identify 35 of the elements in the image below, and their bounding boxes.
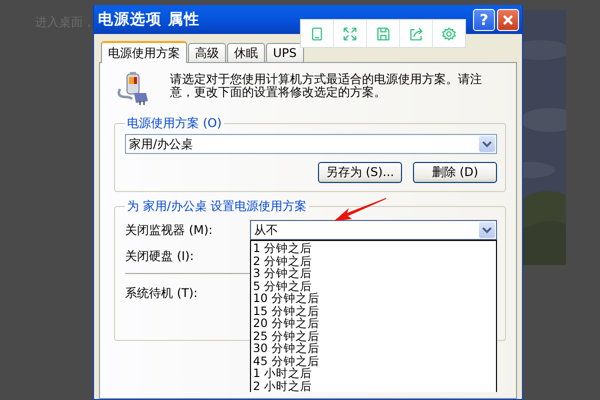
close-button[interactable] bbox=[497, 8, 519, 30]
tab[interactable]: 休眠 bbox=[227, 43, 265, 62]
setting-label: 系统待机 (T): bbox=[125, 284, 199, 302]
tab[interactable]: 高级 bbox=[188, 43, 226, 62]
dropdown-option[interactable]: 1 分钟之后 bbox=[251, 242, 496, 254]
scheme-button[interactable]: 另存为 (S)... bbox=[318, 162, 402, 183]
dropdown-option[interactable]: 45 分钟之后 bbox=[251, 354, 496, 367]
tab[interactable]: 电源使用方案 bbox=[101, 41, 187, 63]
settings-icon[interactable] bbox=[441, 26, 457, 42]
expand-icon[interactable] bbox=[342, 26, 358, 42]
dropdown-option[interactable]: 5 分钟之后 bbox=[251, 280, 496, 292]
dropdown-option[interactable]: 30 分钟之后 bbox=[251, 342, 496, 354]
dropdown-option[interactable]: 1 小时之后 bbox=[251, 367, 496, 380]
group-title: 电源使用方案 (O) bbox=[126, 115, 223, 132]
dropdown-option[interactable]: 25 分钟之后 bbox=[251, 330, 496, 342]
group-title: 为 家用/办公桌 设置电源使用方案 bbox=[126, 198, 308, 215]
setting-label: 关闭硬盘 (I): bbox=[125, 248, 195, 264]
dropdown-option[interactable]: 2 小时之后 bbox=[251, 380, 496, 392]
arrow-icon bbox=[333, 197, 387, 223]
timeout-dropdown[interactable]: 从不 bbox=[250, 220, 497, 240]
scheme-dropdown[interactable]: 家用/办公桌 bbox=[125, 134, 497, 154]
close-icon[interactable] bbox=[502, 14, 514, 26]
setting-label: 关闭监视器 (M): bbox=[125, 222, 214, 238]
tablet-icon[interactable] bbox=[309, 26, 325, 42]
scheme-button[interactable]: 删除 (D) bbox=[413, 162, 497, 183]
window-title: 电源选项 属性 bbox=[98, 10, 200, 29]
dropdown-option[interactable]: 20 分钟之后 bbox=[251, 317, 496, 330]
description-text: 请选定对于您使用计算机方式最适合的电源使用方案。请注意，更改下面的设置将修改选定的方案。 bbox=[170, 73, 483, 99]
dropdown-option[interactable]: 3 分钟之后 bbox=[251, 267, 496, 280]
tab[interactable]: UPS bbox=[266, 43, 304, 62]
dropdown-option[interactable]: 15 分钟之后 bbox=[251, 304, 496, 317]
help-button[interactable]: ? bbox=[473, 8, 495, 30]
dropdown-option[interactable]: 2 分钟之后 bbox=[251, 254, 496, 267]
share-icon[interactable] bbox=[408, 26, 424, 42]
dropdown-option[interactable]: 10 分钟之后 bbox=[251, 292, 496, 304]
